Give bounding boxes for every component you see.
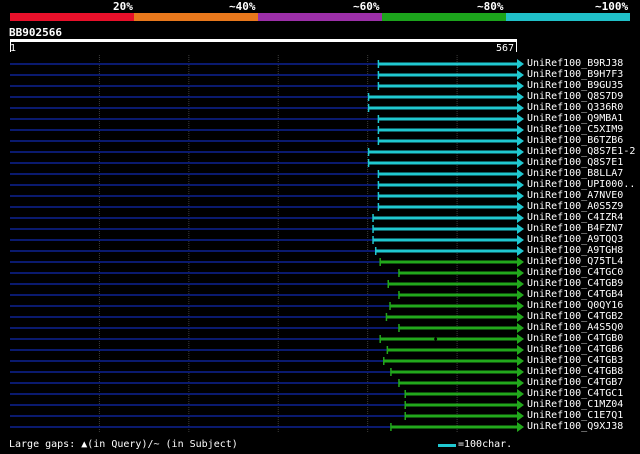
hit-arrow — [517, 290, 524, 300]
hit-label[interactable]: UniRef100_C4IZR4 — [527, 212, 623, 223]
hit-label[interactable]: UniRef100_Q8S7E1 — [527, 157, 623, 168]
scale-label: =100char. — [458, 439, 513, 450]
footer-gaps-legend: Large gaps: ▲(in Query)/~ (in Subject) — [9, 439, 238, 450]
hit-arrow — [517, 202, 524, 212]
hit-arrow — [517, 279, 524, 289]
hit-arrow — [517, 411, 524, 421]
hit-label[interactable]: UniRef100_A7NVE0 — [527, 190, 623, 201]
hit-label[interactable]: UniRef100_C5XIM9 — [527, 124, 623, 135]
hit-arrow — [517, 345, 524, 355]
hit-arrow — [517, 169, 524, 179]
hit-label[interactable]: UniRef100_Q336R0 — [527, 102, 623, 113]
hit-arrow — [517, 92, 524, 102]
hit-arrow — [517, 224, 524, 234]
hit-label[interactable]: UniRef100_B9RJ38 — [527, 58, 623, 69]
hit-label[interactable]: UniRef100_C4TGB2 — [527, 311, 623, 322]
hit-label[interactable]: UniRef100_C4TGB0 — [527, 333, 623, 344]
hit-label[interactable]: UniRef100_A0S5Z9 — [527, 201, 623, 212]
hit-arrow — [517, 356, 524, 366]
hit-arrow — [517, 268, 524, 278]
hit-label[interactable]: UniRef100_C1E7Q1 — [527, 410, 623, 421]
hit-label[interactable]: UniRef100_Q8S7E1-2 — [527, 146, 635, 157]
scale-bar — [438, 444, 456, 447]
hit-arrow — [517, 422, 524, 432]
hit-label[interactable]: UniRef100_B9GU35 — [527, 80, 623, 91]
hit-label[interactable]: UniRef100_A4S5Q0 — [527, 322, 623, 333]
hit-arrow — [517, 147, 524, 157]
hit-label[interactable]: UniRef100_A9TQQ3 — [527, 234, 623, 245]
hit-label[interactable]: UniRef100_C4TGB7 — [527, 377, 623, 388]
hit-arrow — [517, 70, 524, 80]
hit-label[interactable]: UniRef100_C1MZ04 — [527, 399, 623, 410]
hit-arrow — [517, 213, 524, 223]
hit-arrow — [517, 125, 524, 135]
hit-label[interactable]: UniRef100_B8LLA7 — [527, 168, 623, 179]
hit-arrow — [517, 334, 524, 344]
hit-label[interactable]: UniRef100_C4TGC0 — [527, 267, 623, 278]
hit-arrow — [517, 323, 524, 333]
hit-arrow — [517, 257, 524, 267]
hit-arrow — [517, 235, 524, 245]
hit-label[interactable]: UniRef100_Q9MBA1 — [527, 113, 623, 124]
hit-arrow — [517, 389, 524, 399]
hit-arrow — [517, 246, 524, 256]
hit-label[interactable]: UniRef100_C4TGC1 — [527, 388, 623, 399]
hit-label[interactable]: UniRef100_Q8S7D9 — [527, 91, 623, 102]
hit-label[interactable]: UniRef100_Q75TL4 — [527, 256, 623, 267]
hit-arrow — [517, 136, 524, 146]
hit-label[interactable]: UniRef100_C4TGB3 — [527, 355, 623, 366]
hit-arrow — [517, 180, 524, 190]
hit-label[interactable]: UniRef100_C4TGB9 — [527, 278, 623, 289]
subject-gap-marker — [434, 337, 438, 341]
hit-label[interactable]: UniRef100_B4FZN7 — [527, 223, 623, 234]
hit-arrow — [517, 367, 524, 377]
hit-label[interactable]: UniRef100_Q9XJ38 — [527, 421, 623, 432]
hit-label[interactable]: UniRef100_C4TGB8 — [527, 366, 623, 377]
hit-label[interactable]: UniRef100_B9H7F3 — [527, 69, 623, 80]
hit-arrow — [517, 301, 524, 311]
hit-arrow — [517, 59, 524, 69]
hit-arrow — [517, 312, 524, 322]
hit-label[interactable]: UniRef100_UPI000.. — [527, 179, 635, 190]
hit-label[interactable]: UniRef100_C4TGB6 — [527, 344, 623, 355]
hit-label[interactable]: UniRef100_B6TZB6 — [527, 135, 623, 146]
hit-arrow — [517, 400, 524, 410]
hit-label[interactable]: UniRef100_Q0QY16 — [527, 300, 623, 311]
hit-arrow — [517, 114, 524, 124]
hit-label[interactable]: UniRef100_A9TGH8 — [527, 245, 623, 256]
hit-arrow — [517, 81, 524, 91]
hit-arrow — [517, 378, 524, 388]
hit-arrow — [517, 191, 524, 201]
hit-arrow — [517, 103, 524, 113]
hit-label[interactable]: UniRef100_C4TGB4 — [527, 289, 623, 300]
hit-arrow — [517, 158, 524, 168]
